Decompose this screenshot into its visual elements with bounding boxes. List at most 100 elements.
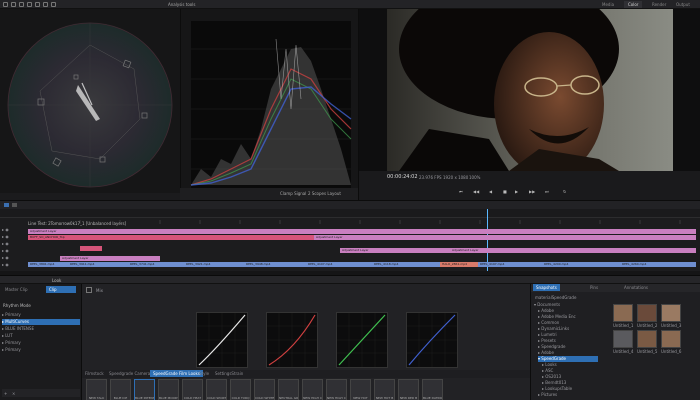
timeline-clip[interactable]: Adjustment Layer <box>314 235 696 240</box>
snapshot-thumb[interactable] <box>661 304 681 322</box>
folder-icon[interactable] <box>3 2 8 7</box>
timeline-clip[interactable]: REEL_4118.mp4 <box>372 262 440 267</box>
track-header[interactable]: ▸ ◉ <box>2 262 9 267</box>
look-preset[interactable]: COLD SPORT <box>206 379 227 400</box>
video-viewer: 00:00:24:02 23.976 FPS 1920 x 1080 100% … <box>358 9 700 202</box>
razor-icon[interactable] <box>12 203 17 207</box>
snap-icon[interactable] <box>4 203 9 207</box>
settings-icon[interactable] <box>51 2 56 7</box>
look-tabs: Filmstock Speedgrade Camera Preview Spee… <box>82 370 530 378</box>
timeline-clip[interactable]: Adjustment Layer <box>340 248 450 253</box>
look-preset[interactable]: NEW HIGH C <box>302 379 323 400</box>
tab-color[interactable]: Color <box>624 1 643 8</box>
layout-icon[interactable] <box>43 2 48 7</box>
save-icon[interactable] <box>11 2 16 7</box>
look-preset[interactable]: BLUE MOODY <box>158 379 179 400</box>
undo-icon[interactable] <box>19 2 24 7</box>
look-preset[interactable]: COLD TURQ <box>230 379 251 400</box>
tab-pins[interactable]: Pins <box>587 284 601 291</box>
tab-settings-strain[interactable]: SettingsStrain <box>212 370 246 377</box>
step-back-icon[interactable]: ◀◀ <box>473 189 479 194</box>
play-icon[interactable]: ▶ <box>515 189 518 194</box>
timeline-clip[interactable]: Adjustment Layer <box>28 229 696 234</box>
delete-layer-icon[interactable]: × <box>12 391 15 396</box>
redo-icon[interactable] <box>27 2 32 7</box>
tab-render[interactable]: Render <box>648 1 670 8</box>
scope-layout-select[interactable]: 2 Scopes Layout <box>308 191 341 196</box>
look-preset[interactable]: COLD HEAT <box>182 379 203 400</box>
go-end-icon[interactable]: ⏭ <box>545 189 549 194</box>
timeline-clip[interactable]: Adjustment Layer <box>450 248 696 253</box>
look-preset[interactable]: NEW HOT <box>350 379 371 400</box>
tab-snapshots[interactable]: Snapshots <box>533 284 560 291</box>
layer-row[interactable]: ▸ Primary <box>2 312 80 318</box>
zoom-display[interactable]: 100% <box>469 175 480 180</box>
look-preset[interactable]: BLUE ICE <box>110 379 131 400</box>
add-layer-icon[interactable]: + <box>4 391 7 396</box>
timeline-clip[interactable]: REEL_4107.mp4 <box>306 262 372 267</box>
look-preset[interactable]: NEUTRAL GR <box>278 379 299 400</box>
layer-row[interactable]: ▸ Primary <box>2 340 80 346</box>
clip-tab[interactable]: Clip <box>46 286 76 293</box>
timeline-clip[interactable]: REEL_4200.mp4 <box>542 262 620 267</box>
look-preset[interactable]: NEW RED B <box>398 379 419 400</box>
timeline-clip[interactable]: REEL_3741.mp4 <box>128 262 184 267</box>
timeline-clip[interactable]: REEL_3921.mp4 <box>184 262 244 267</box>
snapshot-label: Untitled_6 <box>661 349 682 354</box>
timeline-clip[interactable]: Adjustment Layer <box>60 256 160 261</box>
loop-icon[interactable]: ↻ <box>563 189 566 194</box>
tab-media[interactable]: Media <box>598 1 618 8</box>
clamp-signal-label[interactable]: Clamp Signal <box>280 191 306 196</box>
tab-film-looks[interactable]: SpeedGrade Film Looks <box>150 370 203 377</box>
grid-icon[interactable] <box>35 2 40 7</box>
tab-annotations[interactable]: Annotations <box>621 284 651 291</box>
look-preset[interactable]: NEW HOT B <box>374 379 395 400</box>
snapshot-thumb[interactable] <box>661 330 681 348</box>
track-header[interactable]: ▸ ◉ <box>2 241 9 246</box>
look-tab-label[interactable]: Look <box>52 278 61 283</box>
timeline-clip[interactable]: REEL_3891.mp4 <box>28 262 68 267</box>
timeline-clip[interactable]: REEL_3948.mp4 <box>244 262 306 267</box>
timecode-display: 00:00:24:02 <box>387 174 418 180</box>
timeline-ruler[interactable] <box>0 209 700 224</box>
layer-row[interactable]: ▸ Primary <box>2 347 80 353</box>
look-preset[interactable]: NEW HIGH C2 <box>326 379 347 400</box>
snapshot-thumb[interactable] <box>637 330 657 348</box>
stop-icon[interactable]: ■ <box>503 189 507 194</box>
layer-row[interactable]: ▸ MultiCurves <box>2 319 80 325</box>
layer-row[interactable]: ▸ LUT <box>2 333 80 339</box>
step-forward-icon[interactable]: ▶▶ <box>529 189 535 194</box>
browser-path[interactable]: materialSpeedGrade <box>535 295 576 300</box>
track-header[interactable]: ▸ ◉ <box>2 255 9 260</box>
track-header[interactable]: ▸ ◉ <box>2 227 9 232</box>
play-reverse-icon[interactable]: ◀ <box>489 189 492 194</box>
track-header[interactable]: ▸ ◉ <box>2 234 9 239</box>
tab-style[interactable]: Style <box>196 370 212 377</box>
snapshot-thumb[interactable] <box>613 330 633 348</box>
look-preset[interactable]: BLUE INTENSE <box>134 379 155 400</box>
timeline-clip[interactable]: HALO_2861.mp4 <box>440 262 478 267</box>
look-preset[interactable]: NEW TALK <box>86 379 107 400</box>
curve-red[interactable] <box>266 312 318 368</box>
timeline-clip[interactable]: BUFF_SO_ANCHOR_Top <box>28 235 314 240</box>
timeline-clip[interactable]: REEL_4260.mp4 <box>620 262 696 267</box>
curves-tool-icon[interactable] <box>86 287 92 293</box>
timeline-clip[interactable]: REEL_4197.mp4 <box>478 262 542 267</box>
folder-item[interactable]: ▸ Pictures <box>538 392 598 398</box>
curve-luma[interactable] <box>196 312 248 368</box>
look-preset[interactable]: BLUE DATING <box>422 379 443 400</box>
look-preset[interactable]: COLD WHITE <box>254 379 275 400</box>
tab-filmstock[interactable]: Filmstock <box>82 370 107 377</box>
snapshot-thumb[interactable] <box>613 304 633 322</box>
curve-green[interactable] <box>336 312 388 368</box>
track-header[interactable]: ▸ ◉ <box>2 248 9 253</box>
track-headers: ▸ ◉ ▸ ◉ ▸ ◉ ▸ ◉ ▸ ◉ ▸ ◉ <box>0 227 24 275</box>
timeline-clip[interactable] <box>80 246 102 251</box>
curve-blue[interactable] <box>406 312 458 368</box>
master-clip-tab[interactable]: Master Clip <box>2 286 31 293</box>
tab-output[interactable]: Output <box>672 1 694 8</box>
go-start-icon[interactable]: ⏮ <box>459 189 463 194</box>
layer-row[interactable]: ▸ BLUE INTENSE <box>2 326 80 332</box>
snapshot-thumb[interactable] <box>637 304 657 322</box>
timeline-clip[interactable]: REEL_3911.mp4 <box>68 262 128 267</box>
